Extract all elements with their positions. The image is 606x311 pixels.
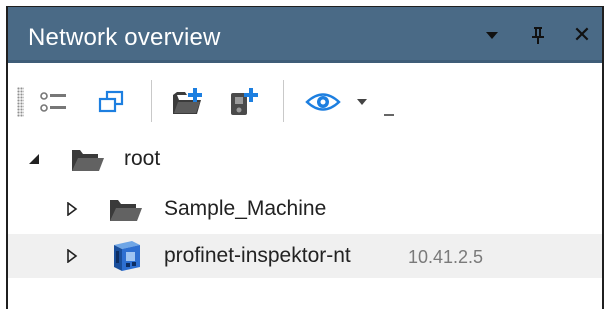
- panel-title-bar: Network overview ✕: [8, 7, 602, 63]
- collapsed-arrow-icon[interactable]: [64, 248, 80, 264]
- folder-open-icon: [108, 194, 144, 226]
- tree-node-label: root: [124, 147, 161, 170]
- dropdown-arrow-icon[interactable]: [478, 21, 506, 49]
- toolbar-overflow-icon[interactable]: [380, 107, 398, 123]
- toolbar-separator: [151, 80, 152, 122]
- eye-view-icon[interactable]: [304, 86, 348, 118]
- toolbar-separator: [283, 80, 284, 122]
- collapsed-arrow-icon[interactable]: [64, 201, 80, 217]
- network-device-icon: [108, 239, 144, 271]
- add-device-icon[interactable]: [227, 86, 261, 118]
- add-folder-icon[interactable]: [171, 86, 205, 118]
- panel-title: Network overview: [28, 24, 221, 51]
- tree-node-label: Sample_Machine: [164, 197, 327, 220]
- tree-node-profinet-inspektor-nt[interactable]: profinet-inspektor-nt 10.41.2.5: [8, 234, 602, 278]
- pin-icon[interactable]: [524, 21, 552, 49]
- list-view-icon[interactable]: [38, 86, 72, 118]
- ip-address-label: 10.41.2.5: [408, 247, 484, 267]
- tree-node-sample-machine[interactable]: Sample_Machine: [8, 187, 602, 231]
- eye-dropdown-arrow-icon[interactable]: [352, 86, 372, 118]
- toolbar: [8, 63, 602, 135]
- close-glyph: ✕: [572, 22, 592, 47]
- expanded-arrow-icon[interactable]: [26, 151, 42, 167]
- network-overview-panel: Network overview ✕ root Sample_Machine p…: [6, 6, 604, 309]
- tree-node-root[interactable]: root: [8, 137, 602, 181]
- window-clone-icon[interactable]: [94, 86, 128, 118]
- close-icon[interactable]: ✕: [568, 21, 596, 49]
- folder-open-icon: [70, 144, 106, 176]
- tree-node-label: profinet-inspektor-nt: [164, 244, 351, 267]
- toolbar-grip[interactable]: [17, 87, 24, 117]
